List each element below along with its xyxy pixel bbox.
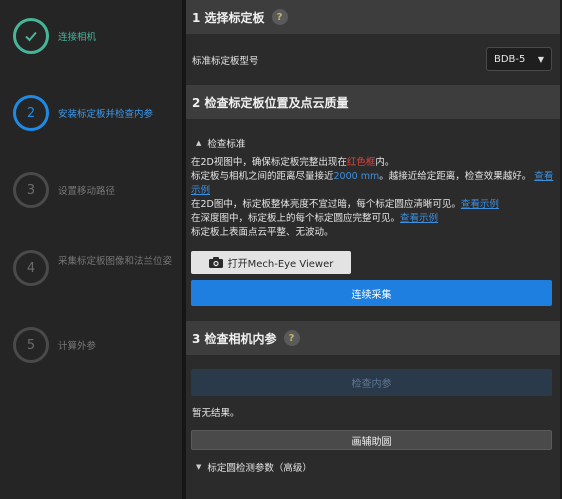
criteria-line: 在深度图中，标定板上的每个标定圆应完整可见。查看示例 (191, 212, 556, 226)
step-install-board[interactable]: 2 安装标定板并检查内参 (0, 95, 182, 145)
check-icon (13, 18, 49, 54)
open-viewer-button[interactable]: 打开Mech-Eye Viewer (191, 251, 351, 274)
step-label: 设置移动路径 (58, 186, 116, 197)
step-label: 采集标定板图像和法兰位姿 (58, 256, 173, 267)
settings-panel: 1 选择标定板 ? 标准标定板型号 BDB-5 ▼ 2 检查标定板位置及点云质量… (186, 0, 562, 499)
board-model-value: BDB-5 (494, 53, 526, 65)
step-label: 安装标定板并检查内参 (58, 109, 154, 120)
step-capture-images[interactable]: 4 采集标定板图像和法兰位姿 (0, 250, 182, 300)
help-icon[interactable]: ? (271, 9, 288, 25)
section-check-board-header: 2 检查标定板位置及点云质量 (186, 85, 560, 119)
section-title: 3 检查相机内参 (192, 331, 277, 346)
triangle-up-icon: ▲ (196, 139, 202, 147)
criteria-text: 在2D视图中，确保标定板完整出现在红色框内。 标定板与相机之间的距离尽量接近20… (191, 156, 556, 240)
text: 内。 (375, 157, 395, 168)
draw-circle-button[interactable]: 画辅助圆 (191, 430, 552, 450)
criteria-line: 标定板与相机之间的距离尽量接近2000 mm。越接近给定距离，检查效果越好。 查… (191, 170, 556, 198)
section-title: 1 选择标定板 (192, 10, 265, 25)
step-label: 连接相机 (58, 32, 97, 43)
text: 标定板与相机之间的距离尽量接近 (191, 171, 334, 182)
criteria-toggle-label: 检查标准 (207, 139, 246, 150)
criteria-line: 在2D视图中，确保标定板完整出现在红色框内。 (191, 156, 556, 170)
criteria-toggle[interactable]: ▲ 检查标准 (196, 136, 245, 150)
camera-icon (208, 257, 223, 268)
help-icon[interactable]: ? (283, 330, 300, 346)
continuous-capture-button[interactable]: 连续采集 (191, 280, 552, 306)
advanced-params-toggle[interactable]: ▼ 标定圆检测参数（高级） (196, 460, 312, 474)
step-number: 2 (13, 95, 49, 131)
chevron-down-icon: ▼ (537, 54, 544, 64)
view-example-link[interactable]: 查看示例 (400, 213, 438, 224)
criteria-line: 在2D图中，标定板整体亮度不宜过暗，每个标定圆应清晰可见。查看示例 (191, 198, 556, 212)
text: 。越接近给定距离，检查效果越好。 (379, 171, 532, 182)
view-example-link[interactable]: 查看示例 (461, 199, 499, 210)
section-check-intrinsics-header: 3 检查相机内参 ? (186, 321, 560, 355)
section-title: 2 检查标定板位置及点云质量 (192, 95, 349, 110)
advanced-params-label: 标定圆检测参数（高级） (207, 463, 312, 474)
criteria-line: 标定板上表面点云平整、无波动。 (191, 227, 334, 238)
step-sidebar: 连接相机 2 安装标定板并检查内参 3 设置移动路径 4 采集标定板图像和法兰位… (0, 0, 182, 499)
distance-value: 2000 mm (333, 171, 380, 182)
check-intrinsics-button[interactable]: 检查内参 (191, 369, 552, 396)
step-label: 计算外参 (58, 341, 97, 352)
button-label: 打开Mech-Eye Viewer (227, 259, 334, 270)
step-number: 4 (13, 250, 49, 286)
step-compute-extrinsics[interactable]: 5 计算外参 (0, 327, 182, 377)
text: 在深度图中，标定板上的每个标定圆应完整可见。 (191, 213, 401, 224)
board-model-label: 标准标定板型号 (192, 56, 259, 67)
step-set-path[interactable]: 3 设置移动路径 (0, 172, 182, 222)
step-number: 3 (13, 172, 49, 208)
board-model-select[interactable]: BDB-5 ▼ (486, 47, 552, 71)
text: 在2D图中，标定板整体亮度不宜过暗，每个标定圆应清晰可见。 (191, 199, 461, 210)
red-frame-text: 红色框 (346, 157, 376, 168)
result-text: 暂无结果。 (192, 408, 240, 419)
triangle-down-icon: ▼ (196, 463, 202, 471)
section-select-board-header: 1 选择标定板 ? (186, 0, 560, 34)
step-number: 5 (13, 327, 49, 363)
text: 在2D视图中，确保标定板完整出现在 (191, 157, 347, 168)
step-connect-camera[interactable]: 连接相机 (0, 18, 182, 68)
